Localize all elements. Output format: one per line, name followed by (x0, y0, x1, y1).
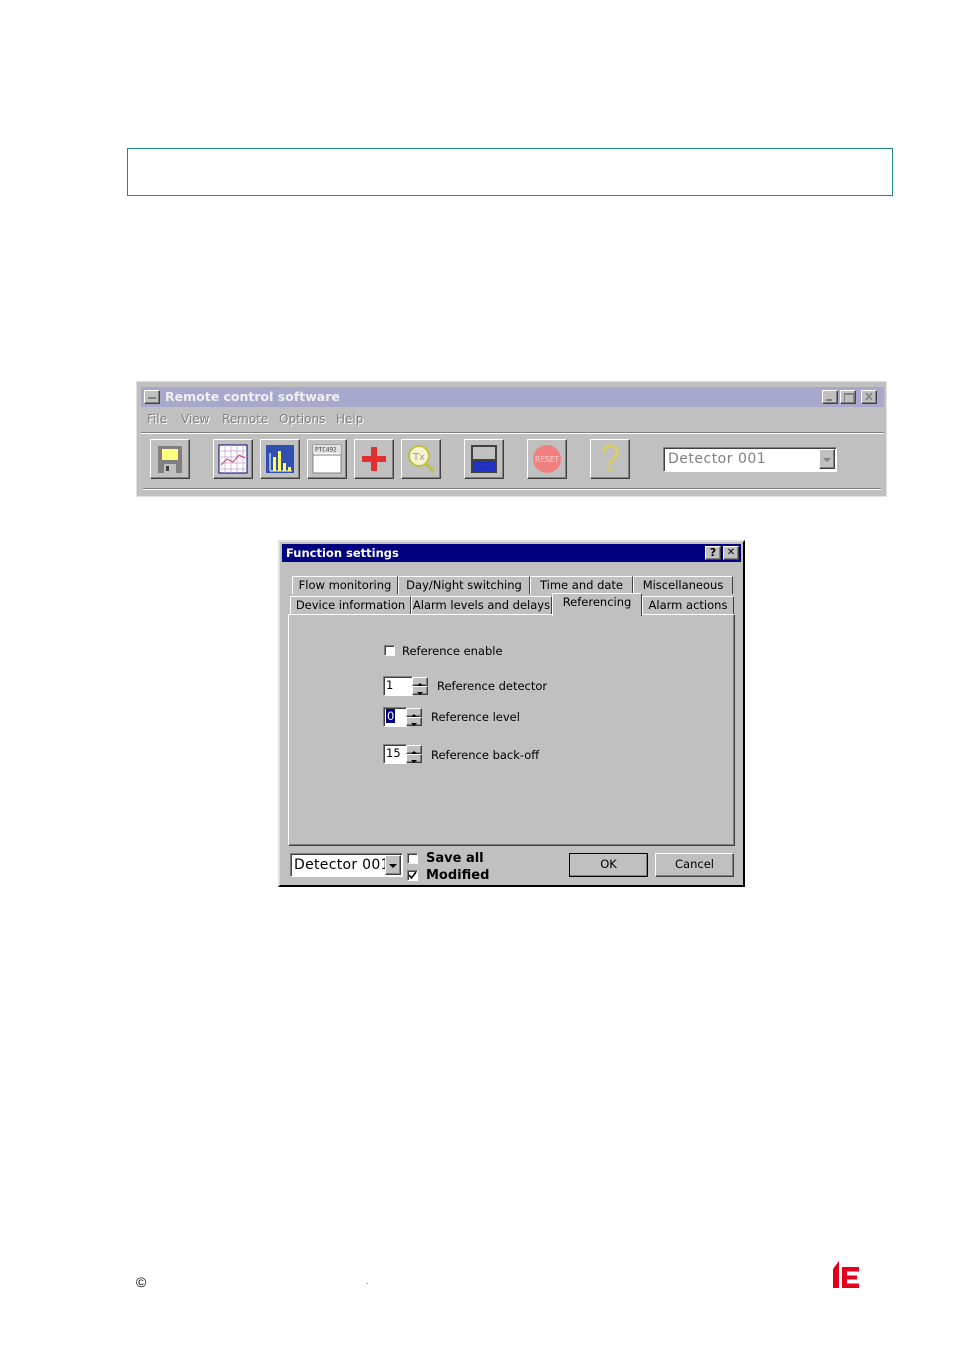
dialog-help-button[interactable]: ? (705, 546, 721, 560)
tab-miscellaneous[interactable]: Miscellaneous (633, 576, 733, 594)
app-detector-dropdown-button[interactable] (819, 449, 835, 469)
app-title: Remote control software (165, 389, 340, 404)
menu-options[interactable]: Options (279, 412, 325, 426)
reference-backoff-value[interactable]: 15 (383, 744, 407, 764)
window-button[interactable] (464, 439, 504, 479)
copyright-symbol: © (136, 1274, 147, 1290)
tab-referencing[interactable]: Referencing (552, 593, 642, 616)
histogram-icon (266, 445, 294, 473)
window-icon (471, 445, 497, 473)
text-view-button[interactable]: PTC492 (307, 439, 347, 479)
menu-help[interactable]: Help (336, 412, 363, 426)
close-button[interactable] (861, 390, 877, 404)
reference-enable-label: Reference enable (402, 644, 503, 658)
dialog-title-bar: Function settings ? ✕ (282, 544, 741, 562)
maximize-button[interactable] (840, 390, 856, 404)
add-button[interactable] (354, 439, 394, 479)
text-view-label: PTC492 (315, 447, 337, 454)
reset-button[interactable]: RESET (527, 439, 567, 479)
reference-level-stepper[interactable]: 0 (383, 707, 423, 727)
tab-day-night-switching[interactable]: Day/Night switching (398, 576, 530, 594)
histogram-button[interactable] (260, 439, 300, 479)
function-settings-dialog: Function settings ? ✕ Flow monitoring Da… (278, 540, 745, 887)
footer-dot: . (366, 1276, 369, 1286)
note-box (127, 148, 893, 196)
save-button[interactable] (150, 439, 190, 479)
tab-flow-monitoring[interactable]: Flow monitoring (292, 576, 398, 594)
chevron-down-icon (411, 723, 417, 726)
reference-backoff-label: Reference back-off (431, 748, 540, 762)
dialog-title: Function settings (286, 546, 399, 560)
cancel-button[interactable]: Cancel (655, 853, 734, 877)
tab-device-information[interactable]: Device information (290, 596, 411, 614)
reference-level-down[interactable] (406, 717, 422, 726)
modified-checkbox[interactable] (407, 870, 418, 881)
reference-level-label: Reference level (431, 710, 520, 724)
reset-label: RESET (535, 455, 559, 464)
reference-detector-value[interactable]: 1 (383, 676, 413, 696)
tab-time-and-date[interactable]: Time and date (530, 576, 633, 594)
save-all-label: Save all (426, 851, 484, 866)
grid-chart-button[interactable] (213, 439, 253, 479)
minimize-button[interactable] (822, 390, 838, 404)
company-logo (833, 1255, 859, 1288)
menu-file[interactable]: File (147, 412, 167, 426)
reference-detector-down[interactable] (412, 686, 428, 695)
modified-label: Modified (426, 868, 490, 883)
reference-backoff-stepper[interactable]: 15 (383, 744, 423, 764)
tab-alarm-actions[interactable]: Alarm actions (642, 596, 734, 614)
checkmark-icon (408, 871, 417, 880)
app-title-bar: Remote control software (141, 387, 884, 407)
dialog-close-button[interactable]: ✕ (723, 546, 739, 560)
reference-enable-checkbox[interactable] (384, 645, 395, 656)
menu-view[interactable]: View (181, 412, 209, 426)
tab-alarm-levels-and-delays[interactable]: Alarm levels and delays (411, 596, 552, 614)
reference-level-value[interactable]: 0 (383, 707, 407, 727)
tx-label: Tx (412, 452, 425, 463)
close-icon: ✕ (726, 547, 736, 558)
chevron-down-icon (411, 760, 417, 763)
help-button[interactable] (590, 439, 630, 479)
save-all-checkbox[interactable] (407, 853, 418, 864)
app-detector-select[interactable]: Detector 001 (663, 447, 837, 472)
reference-detector-stepper[interactable]: 1 (383, 676, 429, 696)
reference-backoff-up[interactable] (406, 745, 422, 754)
reference-detector-up[interactable] (412, 677, 428, 686)
question-icon: ? (709, 546, 717, 559)
reference-level-up[interactable] (406, 708, 422, 717)
help-icon (602, 444, 619, 472)
chevron-down-icon (417, 692, 423, 695)
add-icon (362, 447, 386, 471)
grid-chart-icon (218, 444, 248, 474)
app-system-menu-icon[interactable] (144, 390, 160, 404)
menu-remote[interactable]: Remote (222, 412, 268, 426)
tx-search-button[interactable]: Tx (401, 439, 441, 479)
close-icon (865, 392, 873, 401)
chevron-down-icon (389, 864, 397, 868)
dialog-detector-select[interactable]: Detector 001 (290, 853, 403, 877)
reference-backoff-down[interactable] (406, 754, 422, 763)
reference-detector-label: Reference detector (437, 679, 548, 693)
text-view-icon: PTC492 (312, 444, 342, 474)
chevron-down-icon (823, 458, 831, 462)
reset-icon: RESET (533, 445, 561, 473)
ok-button[interactable]: OK (569, 853, 648, 877)
save-icon (158, 446, 182, 473)
dialog-detector-dropdown-button[interactable] (385, 855, 401, 875)
tx-search-icon: Tx (408, 445, 436, 474)
referencing-panel (288, 614, 735, 846)
